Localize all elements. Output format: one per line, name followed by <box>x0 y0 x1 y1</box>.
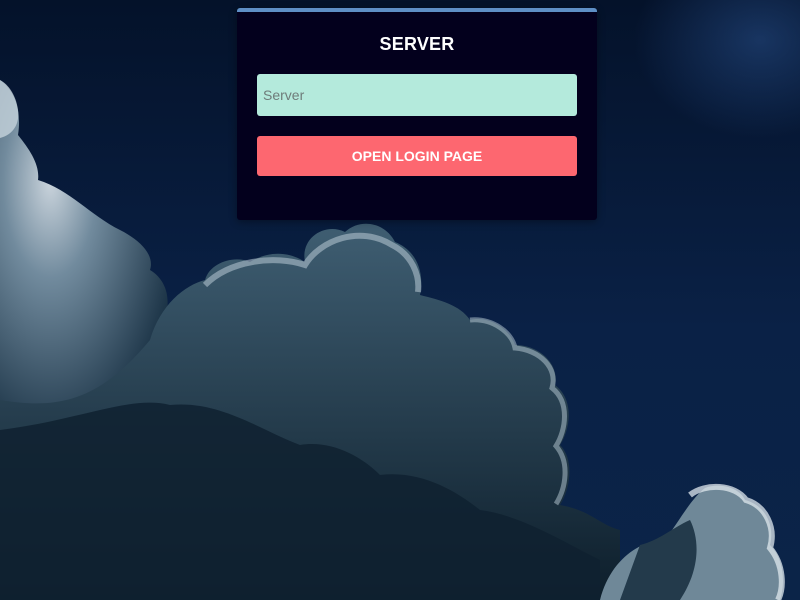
server-input[interactable] <box>257 74 577 116</box>
open-login-page-button[interactable]: OPEN LOGIN PAGE <box>257 136 577 176</box>
form-title: SERVER <box>379 34 455 54</box>
server-form-card: SERVER OPEN LOGIN PAGE <box>237 8 597 220</box>
